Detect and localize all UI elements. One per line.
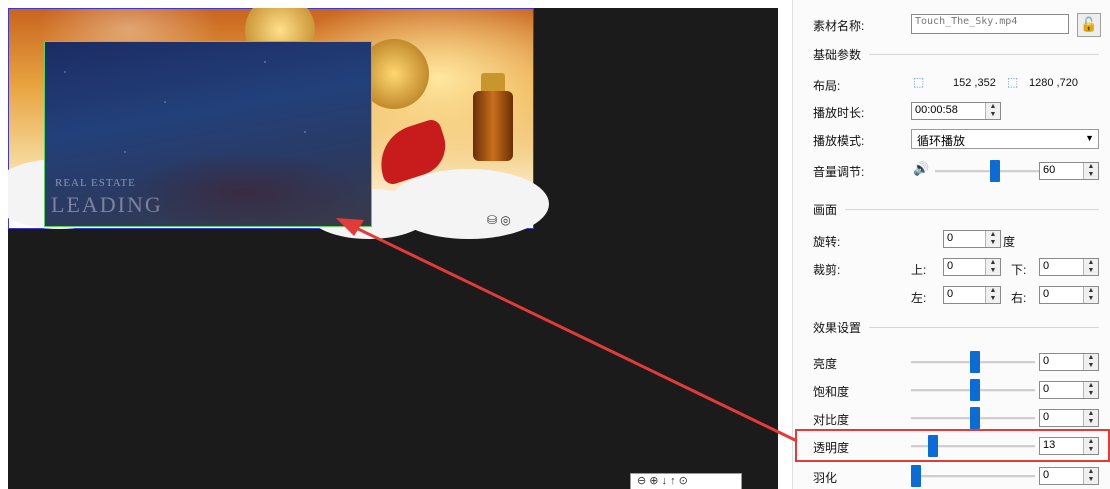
watermark-text-large: LEADING: [51, 192, 163, 217]
spinner-arrows-icon[interactable]: ▲ ▼: [985, 287, 1000, 303]
layout-label: 布局:: [813, 79, 841, 93]
section-divider: [845, 209, 1099, 210]
volume-slider-track[interactable]: [935, 170, 1039, 173]
layout-position-value: 152 ,352: [953, 77, 996, 89]
saturation-slider-thumb[interactable]: [970, 379, 980, 401]
bottle-graphic: [473, 91, 513, 161]
crop-top-value: 0: [947, 260, 954, 272]
size-icon: ⬚: [1007, 75, 1019, 89]
basic-params-section-title: 基础参数: [813, 48, 862, 62]
play-mode-value: 循环播放: [917, 134, 966, 148]
crop-top-label: 上:: [911, 263, 927, 277]
crop-bottom-label: 下:: [1011, 263, 1027, 277]
duration-value: 00:00:58: [915, 104, 958, 116]
feather-spinner[interactable]: 0 ▲ ▼: [1039, 467, 1099, 485]
saturation-value: 0: [1043, 383, 1050, 395]
crop-label: 裁剪:: [813, 263, 841, 277]
rotate-spinner[interactable]: 0 ▲ ▼: [943, 230, 1001, 248]
play-mode-select[interactable]: 循环播放 ▼: [911, 129, 1099, 149]
feather-label: 羽化: [813, 471, 838, 485]
crop-right-spinner[interactable]: 0 ▲ ▼: [1039, 286, 1099, 304]
annotation-highlight-box: [795, 429, 1110, 462]
contrast-spinner[interactable]: 0 ▲ ▼: [1039, 409, 1099, 427]
speaker-icon[interactable]: 🔊: [913, 161, 929, 177]
volume-spinner[interactable]: 60 ▲ ▼: [1039, 162, 1099, 180]
video-layer-selected[interactable]: REAL ESTATE LEADING: [44, 41, 372, 227]
effects-section-title: 效果设置: [813, 321, 862, 335]
volume-label: 音量调节:: [813, 165, 865, 179]
spinner-arrows-icon[interactable]: ▲ ▼: [1083, 287, 1098, 303]
contrast-value: 0: [1043, 411, 1050, 423]
spinner-arrows-icon[interactable]: ▲ ▼: [1083, 468, 1098, 484]
crop-right-value: 0: [1043, 288, 1050, 300]
feather-slider-thumb[interactable]: [911, 465, 921, 487]
crop-bottom-spinner[interactable]: 0 ▲ ▼: [1039, 258, 1099, 276]
spinner-arrows-icon[interactable]: ▲ ▼: [985, 259, 1000, 275]
saturation-spinner[interactable]: 0 ▲ ▼: [1039, 381, 1099, 399]
duration-spinner[interactable]: 00:00:58 ▲ ▼: [911, 102, 1001, 120]
section-divider: [869, 327, 1099, 328]
brightness-slider-thumb[interactable]: [970, 351, 980, 373]
feather-value: 0: [1043, 469, 1050, 481]
volume-value: 60: [1043, 164, 1056, 176]
play-mode-label: 播放模式:: [813, 134, 865, 148]
material-name-field[interactable]: Touch_The_Sky.mp4: [911, 14, 1069, 34]
preview-canvas[interactable]: ⛁ ◎ REAL ESTATE LEADING ⊖ ⊕ ↓ ↑ ⊙: [8, 8, 778, 489]
spinner-arrows-icon[interactable]: ▲ ▼: [1083, 163, 1098, 179]
crop-bottom-value: 0: [1043, 260, 1050, 272]
picture-section-title: 画面: [813, 203, 838, 217]
position-icon: ⬚: [913, 75, 925, 89]
contrast-label: 对比度: [813, 413, 850, 427]
brightness-value: 0: [1043, 355, 1050, 367]
spinner-arrows-icon[interactable]: ▲ ▼: [985, 103, 1000, 119]
zoom-controls[interactable]: ⊖ ⊕ ↓ ↑ ⊙: [630, 473, 742, 489]
crop-left-value: 0: [947, 288, 954, 300]
unlock-icon[interactable]: 🔓: [1077, 13, 1101, 37]
section-divider: [869, 54, 1099, 55]
feather-slider-track[interactable]: [911, 475, 1035, 478]
chip-icon: ⛁ ◎: [487, 213, 511, 227]
crop-left-label: 左:: [911, 291, 927, 305]
rotate-unit: 度: [1003, 235, 1016, 249]
watermark-text: REAL ESTATE: [55, 177, 136, 189]
spinner-arrows-icon[interactable]: ▲ ▼: [985, 231, 1000, 247]
rotate-label: 旋转:: [813, 235, 841, 249]
spinner-arrows-icon[interactable]: ▲ ▼: [1083, 382, 1098, 398]
duration-label: 播放时长:: [813, 106, 865, 120]
spinner-arrows-icon[interactable]: ▲ ▼: [1083, 354, 1098, 370]
layout-size-value: 1280 ,720: [1029, 77, 1078, 89]
spinner-arrows-icon[interactable]: ▲ ▼: [1083, 259, 1098, 275]
material-name-label: 素材名称:: [813, 19, 865, 33]
rotate-value: 0: [947, 232, 954, 244]
crop-top-spinner[interactable]: 0 ▲ ▼: [943, 258, 1001, 276]
brightness-label: 亮度: [813, 357, 838, 371]
contrast-slider-thumb[interactable]: [970, 407, 980, 429]
saturation-label: 饱和度: [813, 385, 850, 399]
chevron-down-icon: ▼: [1085, 133, 1094, 143]
volume-slider-thumb[interactable]: [990, 160, 1000, 182]
crop-left-spinner[interactable]: 0 ▲ ▼: [943, 286, 1001, 304]
properties-panel: 素材名称: Touch_The_Sky.mp4 🔓 基础参数 布局: ⬚ 152…: [792, 0, 1110, 489]
spinner-arrows-icon[interactable]: ▲ ▼: [1083, 410, 1098, 426]
brightness-spinner[interactable]: 0 ▲ ▼: [1039, 353, 1099, 371]
crop-right-label: 右:: [1011, 291, 1027, 305]
